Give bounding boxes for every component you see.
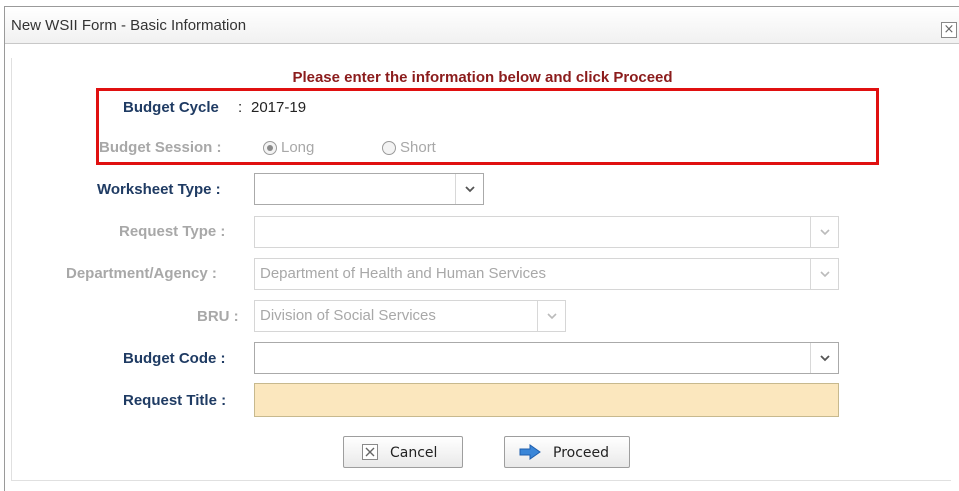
department-label: Department/Agency : xyxy=(66,265,217,282)
cancel-label: Cancel xyxy=(390,445,438,461)
basic-information-dialog: New WSII Form - Basic Information × Plea… xyxy=(4,6,959,491)
dialog-titlebar: New WSII Form - Basic Information × xyxy=(5,7,959,44)
cancel-button[interactable]: Cancel xyxy=(343,436,463,468)
request-title-label: Request Title : xyxy=(123,392,227,409)
budget-session-label: Budget Session : xyxy=(99,139,222,156)
budget-code-label: Budget Code : xyxy=(123,350,226,367)
bru-select[interactable]: Division of Social Services xyxy=(254,300,566,332)
request-type-label: Request Type : xyxy=(119,223,226,240)
radio-long[interactable] xyxy=(263,141,277,155)
x-box-icon xyxy=(362,444,378,464)
budget-cycle-colon: : xyxy=(238,99,243,116)
instruction-text: Please enter the information below and c… xyxy=(292,69,673,86)
arrow-right-icon xyxy=(519,444,541,464)
chevron-down-icon[interactable] xyxy=(810,259,838,289)
chevron-down-icon[interactable] xyxy=(810,217,838,247)
chevron-down-icon[interactable] xyxy=(810,343,838,373)
department-select[interactable]: Department of Health and Human Services xyxy=(254,258,839,290)
request-title-input[interactable] xyxy=(254,383,839,417)
chevron-down-icon[interactable] xyxy=(455,174,483,204)
bru-label: BRU : xyxy=(197,308,239,325)
radio-short[interactable] xyxy=(382,141,396,155)
worksheet-type-select[interactable] xyxy=(254,173,484,205)
radio-long-label: Long xyxy=(281,139,315,156)
budget-cycle-label: Budget Cycle xyxy=(123,99,219,116)
bru-value: Division of Social Services xyxy=(260,307,436,324)
department-value: Department of Health and Human Services xyxy=(260,265,546,282)
budget-code-select[interactable] xyxy=(254,342,839,374)
proceed-button[interactable]: Proceed xyxy=(504,436,630,468)
chevron-down-icon[interactable] xyxy=(537,301,565,331)
close-icon[interactable]: × xyxy=(941,22,957,38)
proceed-label: Proceed xyxy=(553,445,610,461)
radio-short-label: Short xyxy=(400,139,436,156)
budget-cycle-value: 2017-19 xyxy=(251,99,307,116)
worksheet-type-label: Worksheet Type : xyxy=(97,181,221,198)
dialog-title: New WSII Form - Basic Information xyxy=(11,17,247,34)
request-type-select[interactable] xyxy=(254,216,839,248)
